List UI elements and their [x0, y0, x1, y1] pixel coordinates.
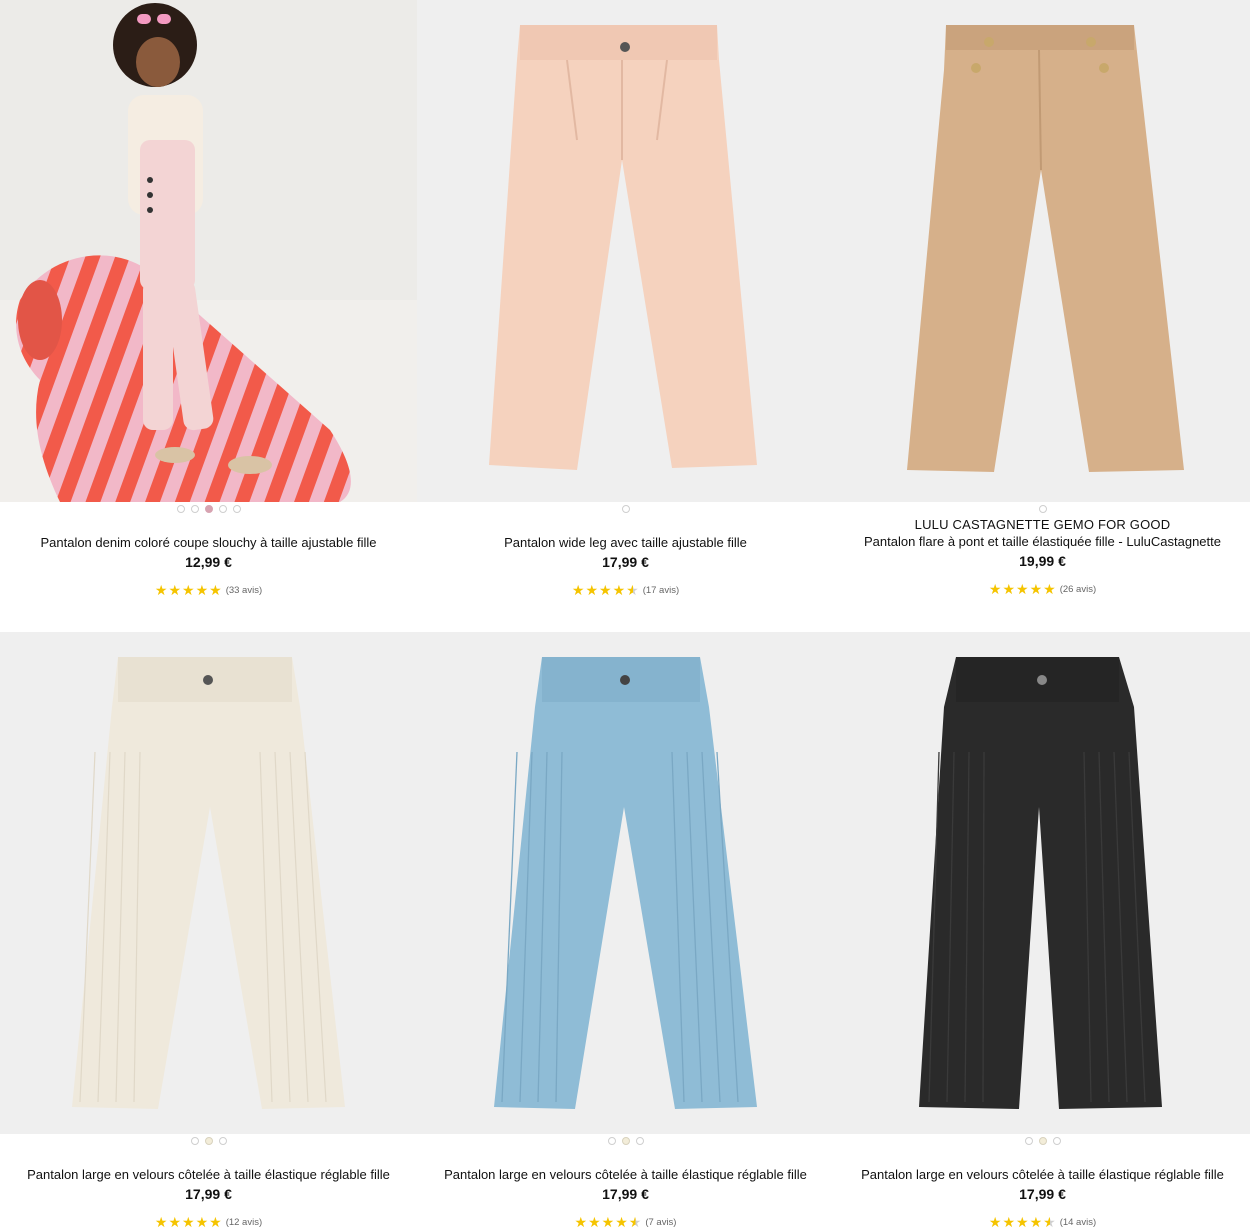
product-image-pink-trousers[interactable]	[417, 0, 834, 502]
star-icon: ★	[1043, 581, 1056, 597]
product-price: 19,99 €	[1019, 553, 1066, 569]
product-price: 17,99 €	[602, 1186, 649, 1202]
color-swatch[interactable]	[607, 1137, 616, 1145]
product-rating: ★ ★ ★ ★ ★ (17 avis)	[417, 583, 834, 597]
carousel-dot-active[interactable]	[204, 505, 213, 513]
color-swatch[interactable]	[218, 1137, 227, 1145]
color-swatch[interactable]	[1024, 1137, 1033, 1145]
product-title[interactable]: Pantalon wide leg avec taille ajustable …	[417, 534, 834, 551]
product-image-model-photo[interactable]	[0, 0, 417, 502]
star-icon: ★	[988, 1214, 1002, 1230]
star-half-icon: ★	[1043, 1214, 1056, 1230]
image-carousel-dots	[417, 505, 834, 513]
star-icon: ★	[182, 582, 195, 598]
star-icon: ★	[1029, 1214, 1043, 1230]
carousel-dot[interactable]	[176, 505, 185, 513]
star-icon: ★	[1016, 1214, 1029, 1230]
image-carousel-dots	[0, 505, 417, 513]
star-icon: ★	[154, 1214, 168, 1230]
product-title[interactable]: Pantalon large en velours côtelée à tail…	[0, 1166, 417, 1183]
star-icon: ★	[612, 582, 626, 598]
review-count[interactable]: (7 avis)	[645, 1217, 676, 1228]
product-price: 17,99 €	[1019, 1186, 1066, 1202]
star-icon: ★	[1029, 581, 1043, 597]
product-title[interactable]: Pantalon denim coloré coupe slouchy à ta…	[0, 534, 417, 551]
product-image-black-trousers[interactable]	[834, 632, 1250, 1134]
color-swatches	[417, 1137, 834, 1145]
carousel-dot[interactable]	[218, 505, 227, 513]
product-info: Pantalon large en velours côtelée à tail…	[417, 1166, 834, 1229]
product-info: LULU CASTAGNETTE GEMO FOR GOOD Pantalon …	[834, 517, 1250, 596]
star-icon: ★	[1016, 581, 1029, 597]
star-rating: ★ ★ ★ ★ ★	[572, 583, 639, 597]
product-info: Pantalon large en velours côtelée à tail…	[834, 1166, 1250, 1229]
review-count[interactable]: (17 avis)	[643, 585, 679, 596]
star-icon: ★	[168, 1214, 181, 1230]
color-swatch[interactable]	[635, 1137, 644, 1145]
product-image-cream-trousers[interactable]	[0, 632, 417, 1134]
star-icon: ★	[615, 1214, 628, 1230]
product-rating: ★ ★ ★ ★ ★ (26 avis)	[834, 582, 1250, 596]
product-info: Pantalon wide leg avec taille ajustable …	[417, 534, 834, 597]
product-image-blue-trousers[interactable]	[417, 632, 834, 1134]
product-image-camel-trousers[interactable]	[834, 0, 1250, 502]
star-rating: ★ ★ ★ ★ ★	[155, 1215, 222, 1229]
product-title[interactable]: Pantalon flare à pont et taille élastiqu…	[834, 533, 1250, 550]
star-icon: ★	[209, 1214, 222, 1230]
star-rating: ★ ★ ★ ★ ★	[989, 1215, 1056, 1229]
star-icon: ★	[154, 582, 168, 598]
product-info: Pantalon denim coloré coupe slouchy à ta…	[0, 534, 417, 597]
product-brand[interactable]: LULU CASTAGNETTE GEMO FOR GOOD	[834, 517, 1250, 533]
review-count[interactable]: (12 avis)	[226, 1217, 262, 1228]
product-rating: ★ ★ ★ ★ ★ (12 avis)	[0, 1215, 417, 1229]
product-rating: ★ ★ ★ ★ ★ (33 avis)	[0, 583, 417, 597]
carousel-dot[interactable]	[232, 505, 241, 513]
color-swatches	[0, 1137, 417, 1145]
star-icon: ★	[168, 582, 181, 598]
star-rating: ★ ★ ★ ★ ★	[155, 583, 222, 597]
product-price: 17,99 €	[602, 554, 649, 570]
color-swatch-active[interactable]	[204, 1137, 213, 1145]
star-rating: ★ ★ ★ ★ ★	[575, 1215, 642, 1229]
product-info: Pantalon large en velours côtelée à tail…	[0, 1166, 417, 1229]
star-icon: ★	[195, 1214, 209, 1230]
review-count[interactable]: (26 avis)	[1060, 584, 1096, 595]
carousel-dot[interactable]	[1038, 505, 1047, 513]
star-icon: ★	[1002, 1214, 1015, 1230]
star-icon: ★	[585, 582, 598, 598]
star-icon: ★	[988, 581, 1002, 597]
star-icon: ★	[209, 582, 222, 598]
star-icon: ★	[588, 1214, 601, 1230]
star-icon: ★	[574, 1214, 588, 1230]
product-grid: Pantalon denim coloré coupe slouchy à ta…	[0, 0, 1250, 1231]
product-title[interactable]: Pantalon large en velours côtelée à tail…	[834, 1166, 1250, 1183]
star-icon: ★	[182, 1214, 195, 1230]
star-icon: ★	[195, 582, 209, 598]
star-rating: ★ ★ ★ ★ ★	[989, 582, 1056, 596]
product-title[interactable]: Pantalon large en velours côtelée à tail…	[417, 1166, 834, 1183]
color-swatches	[834, 1137, 1250, 1145]
star-icon: ★	[571, 582, 585, 598]
star-half-icon: ★	[628, 1214, 642, 1230]
carousel-dot[interactable]	[621, 505, 630, 513]
color-swatch-active[interactable]	[1038, 1137, 1047, 1145]
carousel-dot[interactable]	[190, 505, 199, 513]
review-count[interactable]: (33 avis)	[226, 585, 262, 596]
star-icon: ★	[599, 582, 612, 598]
image-carousel-dots	[834, 505, 1250, 513]
star-half-icon: ★	[626, 582, 639, 598]
product-price: 12,99 €	[185, 554, 232, 570]
product-price: 17,99 €	[185, 1186, 232, 1202]
color-swatch[interactable]	[1052, 1137, 1061, 1145]
star-icon: ★	[1002, 581, 1015, 597]
product-rating: ★ ★ ★ ★ ★ (14 avis)	[834, 1215, 1250, 1229]
review-count[interactable]: (14 avis)	[1060, 1217, 1096, 1228]
product-rating: ★ ★ ★ ★ ★ (7 avis)	[417, 1215, 834, 1229]
star-icon: ★	[601, 1214, 615, 1230]
color-swatch-active[interactable]	[621, 1137, 630, 1145]
color-swatch[interactable]	[190, 1137, 199, 1145]
